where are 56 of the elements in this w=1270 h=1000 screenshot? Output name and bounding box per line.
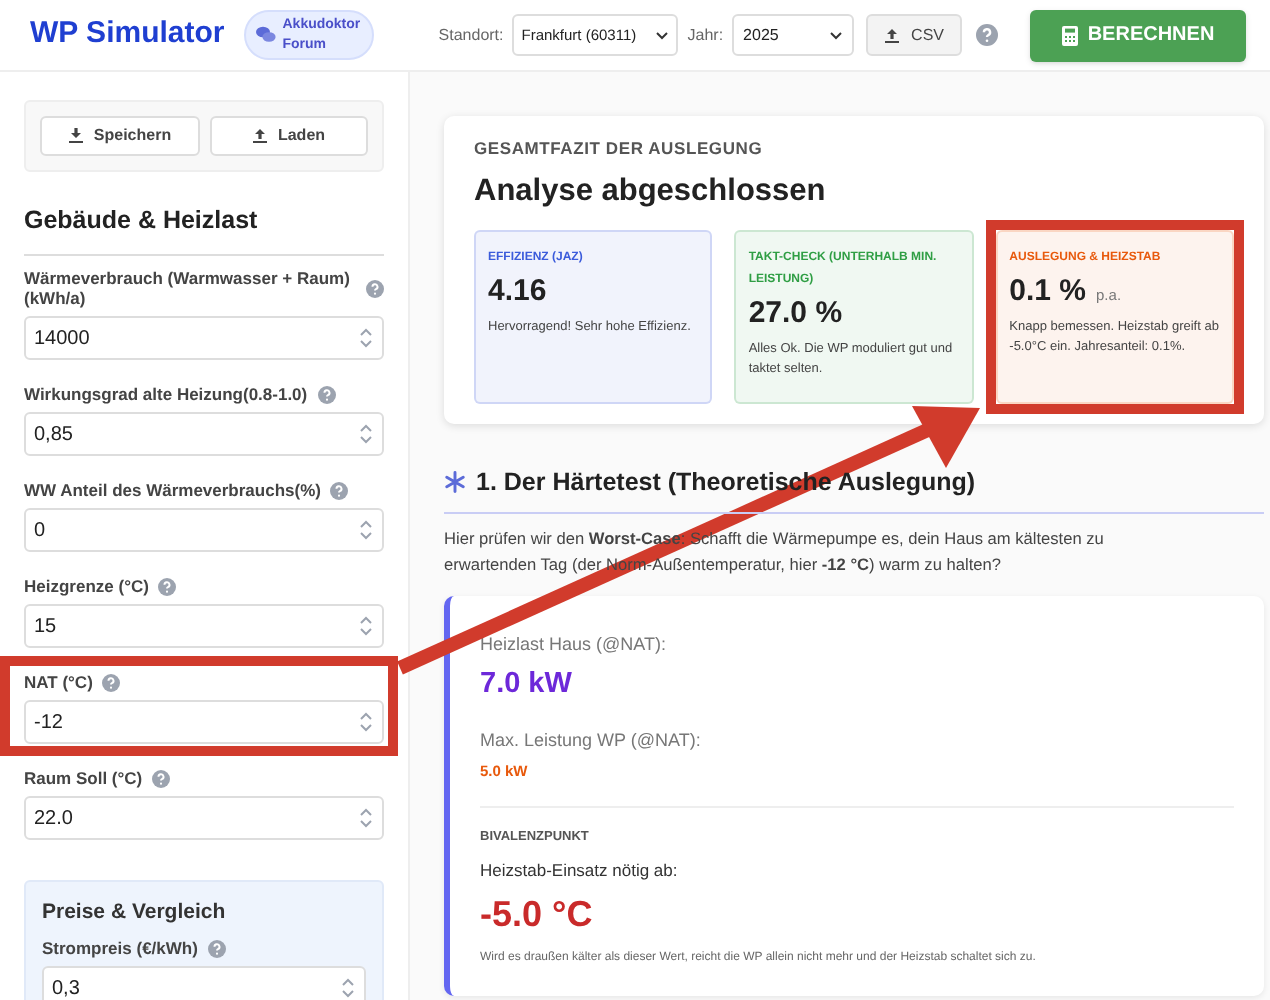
spinner-icon[interactable] — [358, 326, 374, 350]
calculator-icon — [1061, 25, 1078, 45]
year-label: Jahr: — [687, 23, 724, 47]
summary-kicker: GESAMTFAZIT DER AUSLEGUNG — [474, 136, 765, 162]
save-button[interactable]: Speichern — [40, 116, 199, 156]
field-label: Wirkungsgrad alte Heizung(0.8-1.0) — [24, 384, 308, 404]
help-icon[interactable] — [152, 769, 171, 787]
snowflake-icon — [444, 470, 466, 495]
help-icon[interactable] — [158, 577, 177, 595]
help-icon[interactable] — [976, 24, 998, 46]
help-icon[interactable] — [102, 673, 121, 691]
upload-icon — [251, 128, 268, 144]
number-field[interactable]: 0,3 — [42, 966, 366, 1000]
number-field[interactable]: 14000 — [24, 316, 384, 360]
app-title: WP Simulator — [30, 14, 225, 55]
number-field[interactable]: -12 — [24, 700, 384, 744]
spinner-icon[interactable] — [358, 614, 374, 638]
year-select[interactable]: 2025 — [731, 14, 854, 56]
chat-icon — [256, 26, 277, 44]
metric-label: Max. Leistung WP (@NAT): — [480, 727, 703, 754]
field-label: Wärmeverbrauch (Warmwasser + Raum) (kWh/a) — [24, 268, 352, 308]
section-heading: Preise & Vergleich — [42, 900, 228, 926]
metric-value: 0.1 % — [1009, 271, 1087, 312]
help-icon[interactable] — [317, 385, 336, 403]
chevron-down-icon — [829, 31, 842, 39]
number-field[interactable]: 0,85 — [24, 412, 384, 456]
field-label: WW Anteil des Wärmeverbrauchs(%) — [24, 480, 321, 500]
number-field[interactable]: 15 — [24, 604, 384, 648]
metric-value: 27.0 % — [748, 293, 843, 334]
csv-button[interactable]: CSV — [865, 14, 962, 56]
spinner-icon[interactable] — [358, 422, 374, 446]
section-heading: Gebäude & Heizlast — [24, 206, 258, 234]
number-field[interactable]: 22.0 — [24, 796, 384, 840]
field-label: Strompreis (€/kWh) — [42, 938, 198, 958]
metric-label: Heizlast Haus (@NAT): — [480, 632, 668, 659]
bivalence-label: Heizstab-Einsatz nötig ab: — [480, 858, 680, 884]
number-field[interactable]: 0 — [24, 508, 384, 552]
chevron-down-icon — [655, 31, 668, 39]
location-label: Standort: — [438, 23, 504, 47]
upload-icon — [883, 27, 900, 43]
spinner-icon[interactable] — [358, 710, 374, 734]
spinner-icon[interactable] — [358, 518, 374, 542]
help-icon[interactable] — [330, 481, 349, 499]
summary-title: Analyse abgeschlossen — [474, 171, 828, 212]
help-icon[interactable] — [207, 939, 226, 957]
load-button[interactable]: Laden — [209, 116, 368, 156]
help-icon[interactable] — [366, 279, 384, 297]
field-label: Heizgrenze (°C) — [24, 576, 149, 596]
download-icon — [67, 128, 84, 144]
spinner-icon[interactable] — [358, 806, 374, 830]
heat-load-value: 7.0 kW — [480, 665, 574, 704]
spinner-icon[interactable] — [340, 976, 356, 1000]
metric-value: 4.16 — [488, 271, 547, 312]
field-label: Raum Soll (°C) — [24, 768, 143, 788]
field-label: NAT (°C) — [24, 672, 93, 692]
bivalence-value: -5.0 °C — [480, 891, 595, 938]
